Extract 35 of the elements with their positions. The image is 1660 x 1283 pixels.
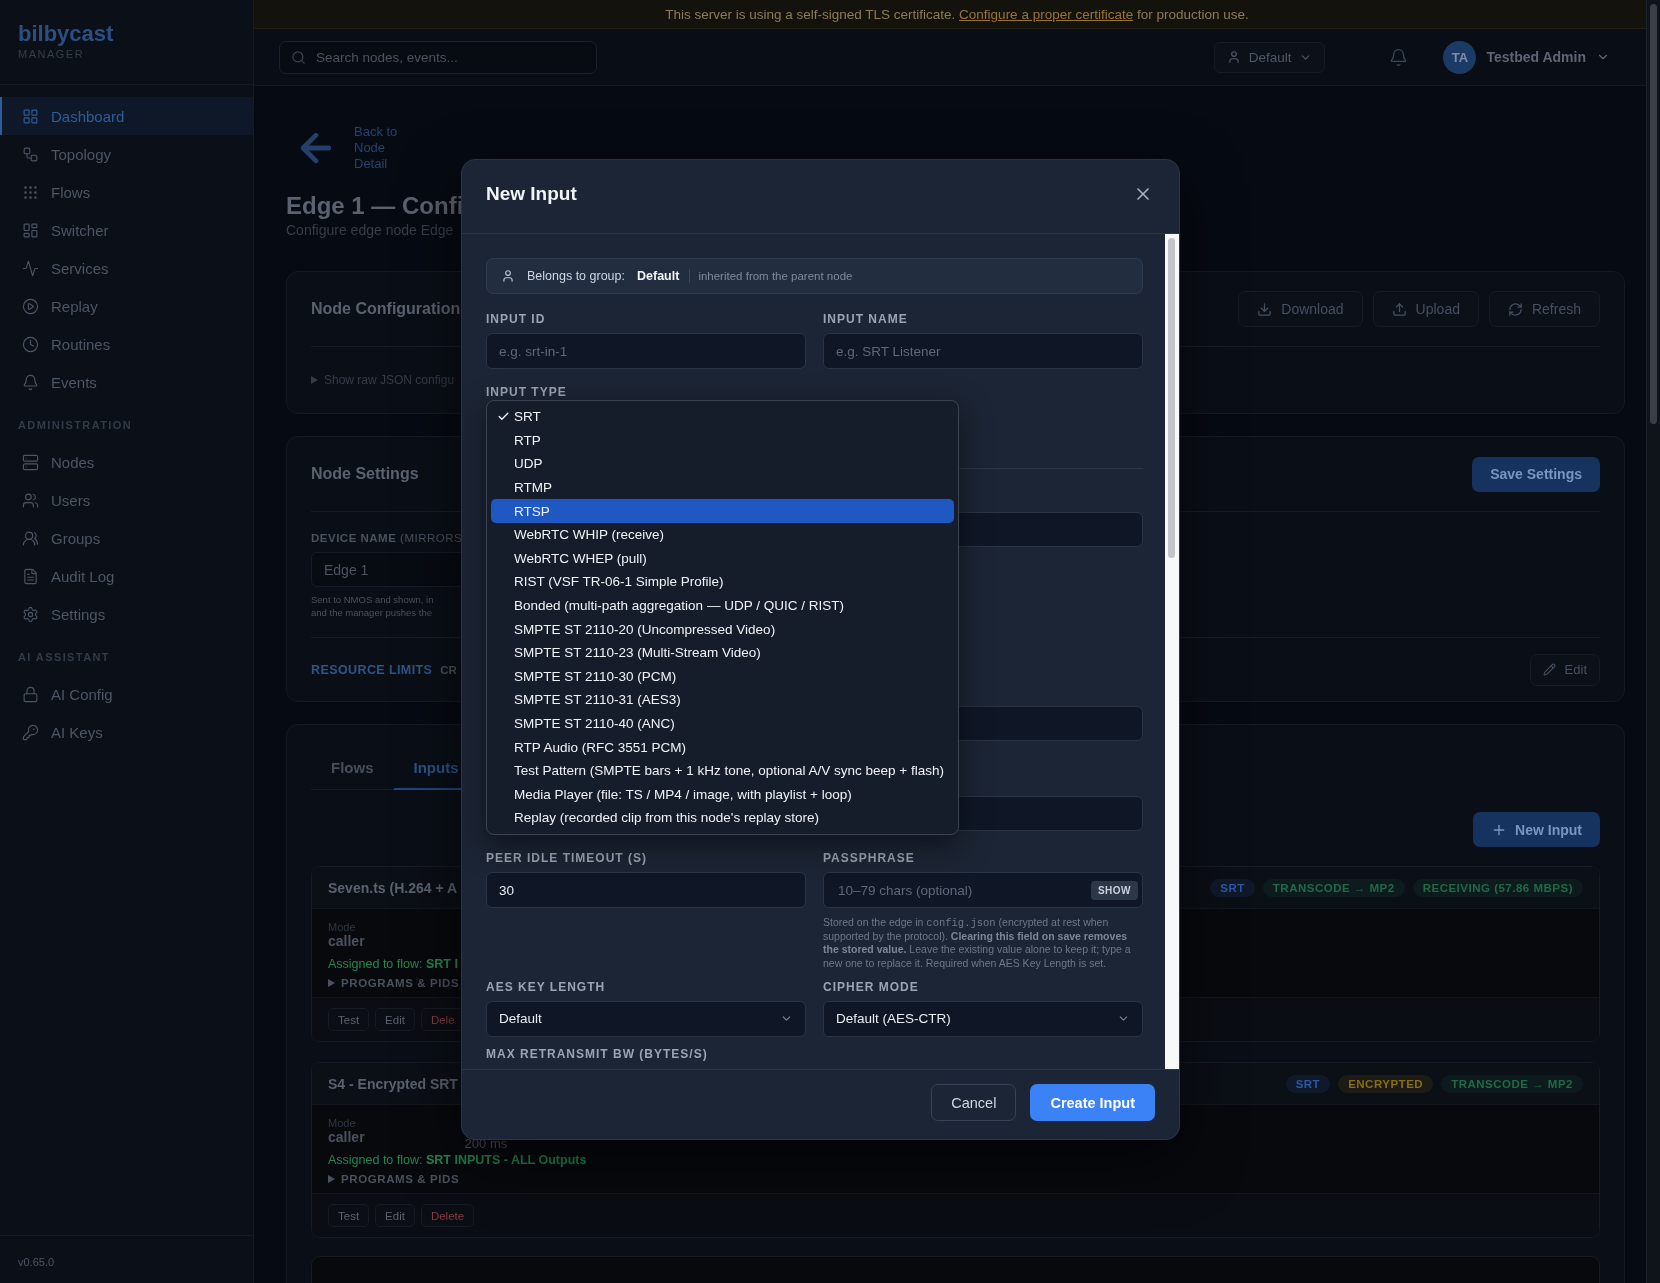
field-label: INPUT TYPE — [486, 385, 568, 399]
status-tag: SRT — [1210, 878, 1255, 897]
field-label: AES KEY LENGTH — [486, 979, 607, 994]
field-label: DEVICE NAME (MIRRORS — [311, 532, 463, 544]
field-label: MAX RETRANSMIT BW (BYTES/S) — [486, 1046, 709, 1061]
certificate-warning: This server is using a self-signed TLS certificate. Configure a proper certificate for production use. — [665, 6, 1249, 22]
group-note: inherited from the parent node — [698, 270, 853, 282]
status-tag: SRT — [1285, 1074, 1331, 1093]
assigned-flow: Assigned to flow: SRT INPUTS - ALL Outputs — [328, 1153, 587, 1167]
page-title: Edge 1 — Confi — [286, 192, 464, 220]
help-text: Sent to NMOS and shown, in and the manager pushes the — [311, 593, 434, 619]
mode-value: caller — [328, 933, 365, 949]
group-label: Belongs to group: — [527, 269, 625, 283]
card-title: Node Settings — [311, 465, 419, 483]
logo: bilbycast — [18, 22, 114, 46]
group-value: Default — [637, 269, 691, 283]
version-label: v0.65.0 — [18, 1256, 55, 1268]
field-label: CIPHER MODE — [823, 979, 920, 994]
field-label: PEER IDLE TIMEOUT (S) — [486, 851, 648, 865]
status-tag: TRANSCODE → MP2 — [1262, 878, 1405, 897]
section-text: CR — [440, 663, 457, 676]
assigned-flow: Assigned to flow: SRT I — [328, 957, 458, 971]
input-title: S4 - Encrypted SRT — [328, 1075, 458, 1092]
status-tag: TRANSCODE → MP2 — [1441, 1074, 1583, 1093]
field-label: PASSPHRASE — [823, 851, 916, 865]
status-tag: ENCRYPTED — [1338, 1074, 1434, 1093]
mode-value: caller — [328, 1129, 365, 1145]
help-text: Stored on the edge in config.json (encrypted at rest when supported by the protocol). Clearing this field on save removes the stored value. Leave the existing value alone to keep it; type a new one to replace it. Required when AES Key Length is set. — [823, 916, 1132, 970]
status-tag: RECEIVING (57.86 MBPS) — [1412, 878, 1583, 897]
field-label: INPUT NAME — [823, 312, 909, 326]
input-title: Seven.ts (H.264 + A — [328, 879, 458, 896]
card-title: Node Configuration — [311, 300, 461, 318]
dialog-title: New Input — [486, 182, 577, 205]
field-label: INPUT ID — [486, 312, 547, 326]
avatar: TA — [1443, 40, 1477, 74]
